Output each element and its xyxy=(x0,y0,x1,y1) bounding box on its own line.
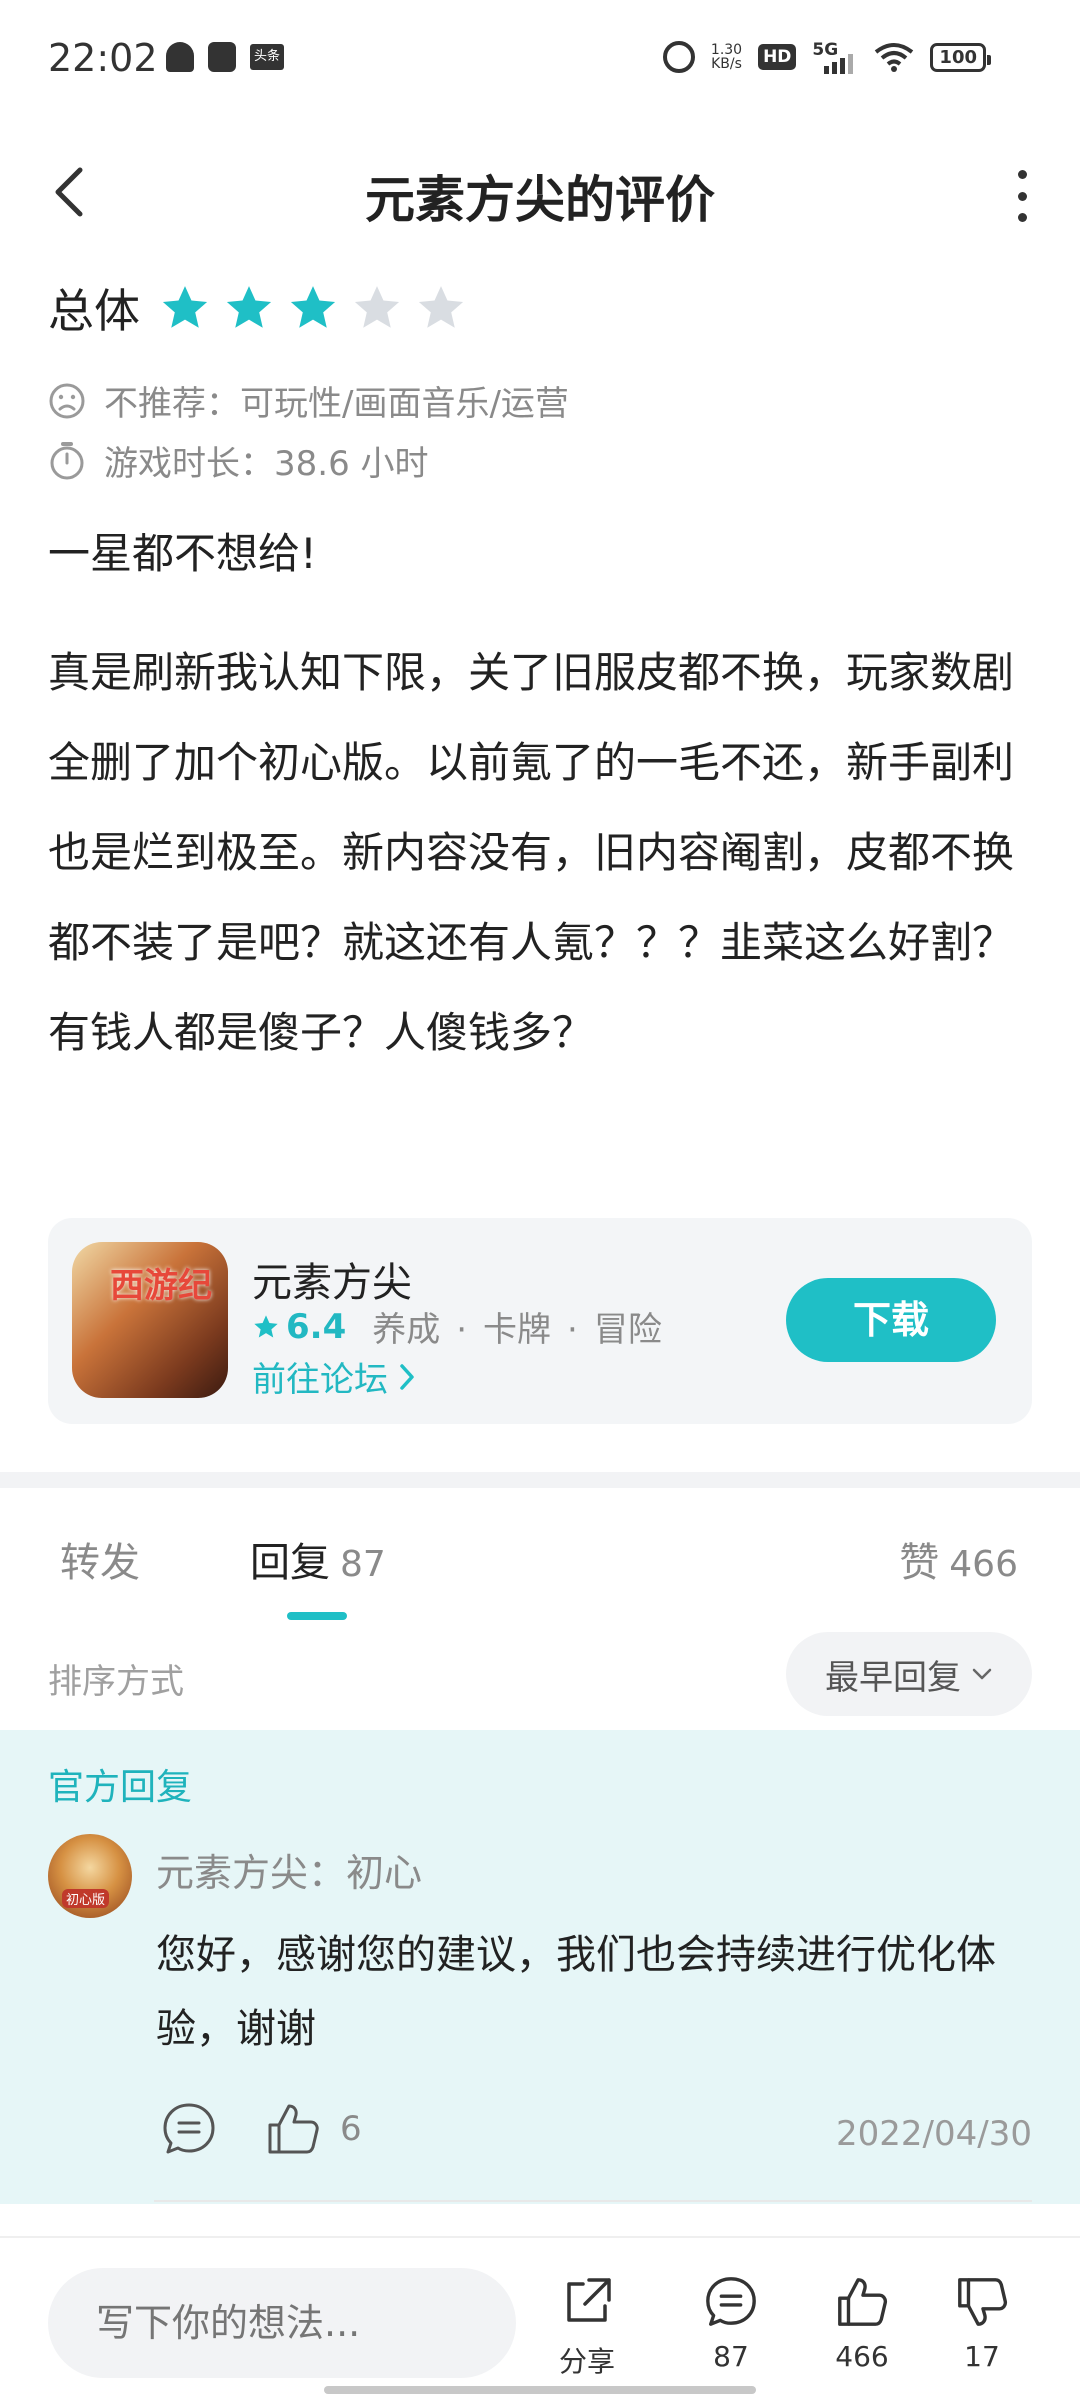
share-label: 分享 xyxy=(558,2345,615,2378)
star-empty-icon xyxy=(418,286,464,328)
page-title: 元素方尖的评价 xyxy=(365,171,715,229)
game-meta: 6.4 养成 · 卡牌 · 冒险 xyxy=(252,1302,662,1351)
active-tab-indicator xyxy=(287,1612,347,1620)
score-star-icon xyxy=(254,1314,278,1337)
like-count: 466 xyxy=(835,2340,889,2373)
review-title: 一星都不想给! xyxy=(48,529,317,578)
game-icon-text: 西游纪 xyxy=(110,1266,212,1306)
review-body: 真是刷新我认知下限，关了旧服皮都不换，玩家数剧全删了加个初心版。以前氪了的一毛不… xyxy=(48,648,1015,1057)
sort-selected: 最早回复 xyxy=(825,1657,961,1698)
system-indicators: 1.30 KB/s HD 5G 100 xyxy=(662,40,991,74)
rating-stars xyxy=(160,283,466,333)
forum-link-label: 前往论坛 xyxy=(252,1360,388,1400)
stopwatch-icon xyxy=(50,441,84,479)
top-nav: 元素方尖的评价 xyxy=(0,130,1080,254)
more-options-icon[interactable] xyxy=(1012,170,1032,222)
comment-icon xyxy=(706,2277,756,2326)
comment-count: 87 xyxy=(713,2340,749,2373)
game-card[interactable]: 西游纪 元素方尖 6.4 养成 · 卡牌 · 冒险 前往论坛 下载 xyxy=(48,1218,1032,1424)
thumbs-up-icon xyxy=(838,2278,888,2326)
tab-like-label: 赞 xyxy=(899,1540,940,1586)
star-filled-icon xyxy=(290,286,336,328)
chevron-down-icon xyxy=(972,1668,992,1680)
section-divider xyxy=(0,1472,1080,1488)
wifi-icon xyxy=(875,43,914,72)
comment-icon[interactable] xyxy=(160,2100,218,2158)
game-tags: 养成 · 卡牌 · 冒险 xyxy=(372,1310,662,1350)
forum-link[interactable]: 前往论坛 xyxy=(252,1352,418,1401)
official-reply-label: 官方回复 xyxy=(48,1767,193,1808)
game-tag: 卡牌 xyxy=(483,1310,552,1350)
game-score: 6.4 xyxy=(286,1306,347,1347)
avatar[interactable]: 初心版 xyxy=(48,1834,132,1918)
tab-reply-label: 回复 xyxy=(250,1540,330,1586)
tab-forward-label: 转发 xyxy=(60,1540,140,1586)
signal-icon: 5G xyxy=(812,40,858,74)
tab-reply-count: 87 xyxy=(340,1544,386,1585)
reply-author[interactable]: 元素方尖：初心 xyxy=(156,1842,422,1897)
reply-actions: 6 xyxy=(160,2100,362,2158)
tab-like-count: 466 xyxy=(949,1544,1018,1585)
game-icon[interactable]: 西游纪 xyxy=(72,1242,228,1398)
reply-date: 2022/04/30 xyxy=(836,2114,1032,2154)
sort-dropdown[interactable]: 最早回复 xyxy=(786,1632,1032,1716)
star-filled-icon xyxy=(162,286,208,328)
like-button[interactable]: 466 xyxy=(812,2274,912,2373)
alarm-icon xyxy=(662,41,695,73)
news-app-icon: 头条 xyxy=(250,44,284,70)
tab-forward[interactable]: 转发 xyxy=(60,1530,140,1588)
game-tag: 冒险 xyxy=(593,1310,662,1350)
battery-icon: 100 xyxy=(930,42,991,72)
comment-button[interactable]: 87 xyxy=(681,2274,781,2373)
reply-like-count: 6 xyxy=(340,2109,362,2149)
not-recommend-text: 不推荐：可玩性/画面音乐/运营 xyxy=(104,384,569,424)
avatar-tag: 初心版 xyxy=(62,1889,110,1908)
game-name: 元素方尖 xyxy=(252,1260,412,1306)
dislike-count: 17 xyxy=(964,2340,1000,2373)
qq-notification-icon xyxy=(166,42,194,72)
download-button[interactable]: 下载 xyxy=(786,1278,996,1362)
official-reply: 官方回复 初心版 元素方尖：初心 您好，感谢您的建议，我们也会持续进行优化体验，… xyxy=(0,1730,1080,2204)
share-icon xyxy=(567,2278,611,2322)
thumbs-up-icon[interactable] xyxy=(264,2100,322,2158)
reply-text: 您好，感谢您的建议，我们也会持续进行优化体验，谢谢 xyxy=(156,1932,996,2052)
bottom-action-bar: 分享 87 466 17 xyxy=(0,2236,1080,2408)
dislike-button[interactable]: 17 xyxy=(932,2274,1032,2373)
play-time-text: 游戏时长：38.6 小时 xyxy=(104,444,429,484)
reply-tabs: 转发 回复 87 赞 466 xyxy=(0,1520,1080,1620)
hd-icon: HD xyxy=(758,44,797,70)
rating-label: 总体 xyxy=(48,284,140,338)
thumbs-down-icon xyxy=(958,2278,1008,2326)
divider xyxy=(154,2200,1032,2202)
home-indicator[interactable] xyxy=(324,2386,756,2394)
star-filled-icon xyxy=(226,286,272,328)
sort-label: 排序方式 xyxy=(48,1662,184,1702)
star-empty-icon xyxy=(354,286,400,328)
play-time-row: 游戏时长：38.6 小时 xyxy=(48,436,429,485)
status-time: 22:02 xyxy=(48,36,158,80)
overall-rating: 总体 xyxy=(48,275,466,341)
frown-icon xyxy=(49,383,85,418)
comment-input[interactable] xyxy=(48,2268,516,2378)
status-bar: 22:02 头条 1.30 KB/s HD 5G 100 xyxy=(0,0,1080,124)
chevron-right-icon xyxy=(400,1363,414,1390)
net-speed-unit: KB/s xyxy=(711,56,742,72)
task-check-icon xyxy=(208,42,236,72)
tab-reply[interactable]: 回复 87 xyxy=(250,1530,386,1588)
game-tag: 养成 xyxy=(372,1310,441,1350)
notification-icons: 头条 xyxy=(166,42,284,72)
not-recommend-row: 不推荐：可玩性/画面音乐/运营 xyxy=(48,376,569,425)
tab-like[interactable]: 赞 466 xyxy=(899,1530,1018,1588)
share-button[interactable]: 分享 xyxy=(537,2274,637,2380)
net-speed: 1.30 KB/s xyxy=(711,43,742,71)
